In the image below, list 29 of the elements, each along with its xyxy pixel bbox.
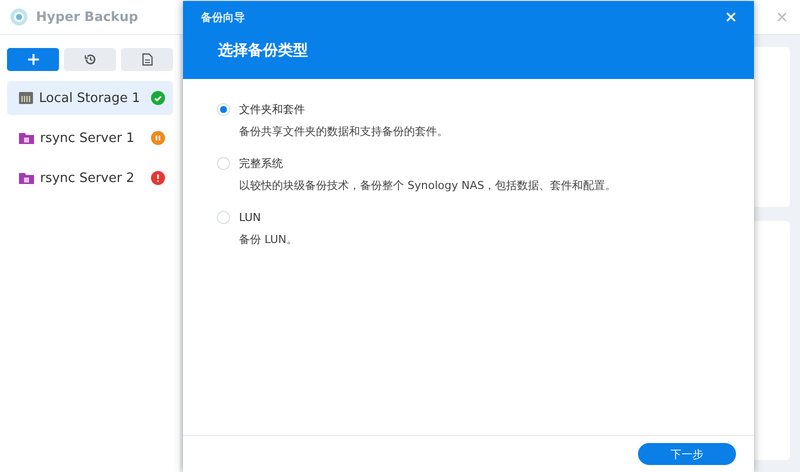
task-item[interactable]: rsync Server 2 <box>7 161 173 195</box>
restore-button[interactable] <box>64 48 116 71</box>
radio-button[interactable] <box>217 210 230 224</box>
option-label: 文件夹和套件 <box>239 102 305 116</box>
app-logo-icon <box>10 8 28 26</box>
option-description: 备份共享文件夹的数据和支持备份的套件。 <box>239 124 449 139</box>
task-item[interactable]: rsync Server 1 <box>7 121 173 155</box>
option-label: 完整系统 <box>239 156 283 170</box>
radio-button[interactable] <box>217 156 230 170</box>
add-button[interactable] <box>7 48 59 71</box>
storage-icon <box>19 92 33 104</box>
task-name: rsync Server 2 <box>40 170 136 186</box>
next-button[interactable]: 下一步 <box>638 443 736 465</box>
task-name: rsync Server 1 <box>40 130 136 146</box>
history-icon <box>84 53 96 66</box>
dialog-heading: 选择备份类型 <box>218 41 309 60</box>
option-description: 以较快的块级备份技术，备份整个 Synology NAS，包括数据、套件和配置。 <box>239 178 618 193</box>
dialog-title: 备份向导 <box>201 10 245 24</box>
plus-icon <box>28 54 38 65</box>
folder-icon <box>19 132 34 144</box>
app-title: Hyper Backup <box>36 10 138 24</box>
option-description: 备份 LUN。 <box>239 232 298 247</box>
log-button[interactable] <box>121 48 173 71</box>
radio-button[interactable] <box>217 102 230 116</box>
task-item[interactable]: Local Storage 1 <box>7 81 173 115</box>
document-icon <box>142 53 152 66</box>
folder-icon <box>19 172 34 184</box>
option-label: LUN <box>239 210 261 224</box>
task-name: Local Storage 1 <box>39 90 142 106</box>
